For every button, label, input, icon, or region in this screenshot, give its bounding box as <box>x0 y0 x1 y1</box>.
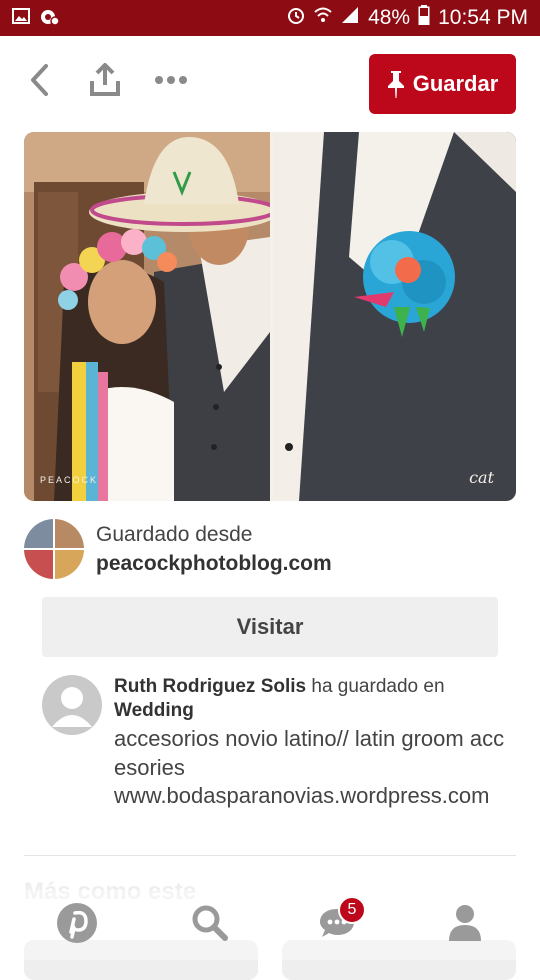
default-user-icon <box>52 687 92 727</box>
more-options-button[interactable] <box>151 60 191 100</box>
home-tab[interactable] <box>52 898 102 948</box>
battery-icon <box>418 5 430 31</box>
source-thumbnail <box>24 519 84 579</box>
board-name-link[interactable]: Wedding <box>114 700 194 721</box>
section-divider <box>24 855 516 856</box>
visit-button[interactable]: Visitar <box>42 597 498 657</box>
pin-source[interactable]: Guardado desde peacockphotoblog.com <box>24 519 516 579</box>
notification-badge: 5 <box>338 896 366 924</box>
save-button-label: Guardar <box>412 71 499 96</box>
search-tab[interactable] <box>185 898 235 948</box>
pin-toolbar: Guardar <box>0 36 540 132</box>
alarm-icon <box>286 5 306 31</box>
search-icon <box>192 905 228 941</box>
clock: 10:54 PM <box>438 6 528 29</box>
pin-description-text: accesorios novio latino// latin groom ac… <box>114 726 505 780</box>
avatar[interactable] <box>42 675 102 735</box>
share-icon <box>90 63 120 96</box>
profile-icon <box>449 905 481 941</box>
notifications-tab[interactable]: 5 <box>312 896 366 948</box>
ellipsis-icon <box>155 76 187 84</box>
back-button[interactable] <box>20 60 60 100</box>
signal-icon <box>340 5 360 31</box>
saver-headline: Ruth Rodriguez Solis ha guardado en Wedd… <box>114 675 514 723</box>
pin-icon <box>387 71 404 98</box>
status-bar: 48% 10:54 PM <box>0 0 540 36</box>
saver-info: Ruth Rodriguez Solis ha guardado en Wedd… <box>42 675 516 845</box>
share-button[interactable] <box>85 60 125 100</box>
source-domain-link[interactable]: peacockphotoblog.com <box>96 552 332 576</box>
saved-from-label: Guardado desde <box>96 523 253 546</box>
settings-notification-icon <box>40 8 60 31</box>
save-button[interactable]: Guardar <box>369 54 516 114</box>
pin-watermark-left: PEACOCK <box>40 475 99 485</box>
pinterest-logo-icon <box>57 903 97 943</box>
saver-action: ha guardado en <box>306 676 445 697</box>
pin-description-url[interactable]: www.bodasparanovias.wordpress.com <box>114 782 516 811</box>
profile-tab[interactable] <box>440 898 490 948</box>
saver-name-link[interactable]: Ruth Rodriguez Solis <box>114 676 306 697</box>
pin-watermark-right: cat <box>469 468 494 487</box>
bottom-navigation: 5 <box>0 890 540 960</box>
chevron-left-icon <box>31 64 48 96</box>
pin-description: accesorios novio latino// latin groom ac… <box>114 725 516 811</box>
pin-photo <box>24 132 516 501</box>
wifi-icon <box>314 5 332 31</box>
gallery-notification-icon <box>12 8 30 31</box>
pin-image[interactable]: PEACOCK cat <box>24 132 516 501</box>
battery-percentage: 48% <box>368 6 411 29</box>
